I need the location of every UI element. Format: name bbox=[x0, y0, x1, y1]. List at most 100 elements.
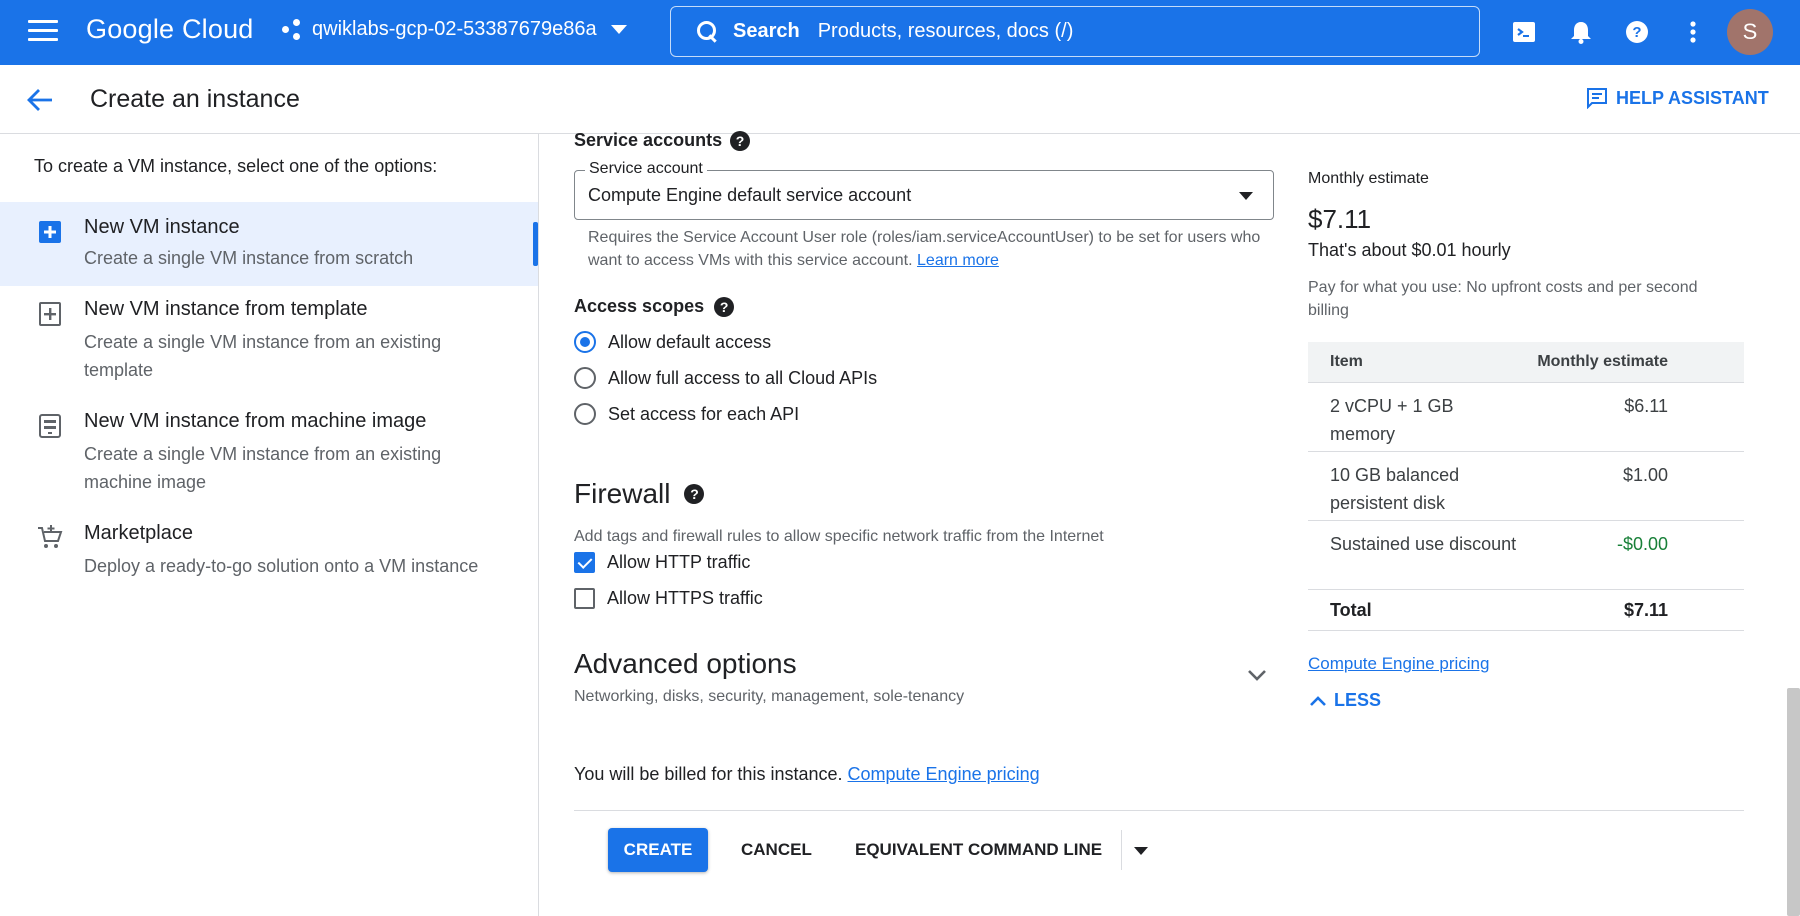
terminal-icon[interactable] bbox=[1511, 19, 1537, 45]
compute-engine-pricing-link[interactable]: Compute Engine pricing bbox=[848, 764, 1040, 784]
help-icon[interactable]: ? bbox=[684, 484, 705, 504]
help-icon[interactable]: ? bbox=[730, 130, 751, 151]
firewall-title: Firewall bbox=[574, 478, 671, 509]
billing-text: You will be billed for this instance. bbox=[574, 764, 843, 784]
option-new-vm-from-machine-image[interactable]: New VM instance from machine image Creat… bbox=[0, 398, 538, 510]
menu-icon[interactable] bbox=[28, 20, 58, 44]
dropdown-arrow-icon bbox=[1239, 192, 1253, 200]
header-item: Item bbox=[1330, 353, 1363, 370]
pricing-note: Pay for what you use: No upfront costs a… bbox=[1308, 279, 1698, 319]
radio-unselected[interactable] bbox=[574, 367, 596, 389]
options-intro: To create a VM instance, select one of t… bbox=[34, 156, 438, 176]
split-divider bbox=[1121, 830, 1122, 870]
checkbox-allow-https[interactable]: Allow HTTPS traffic bbox=[574, 588, 763, 609]
help-icon[interactable]: ? bbox=[714, 296, 735, 317]
project-name: qwiklabs-gcp-02-53387679e86a bbox=[312, 18, 597, 40]
dropdown-arrow-icon[interactable] bbox=[1134, 847, 1148, 855]
learn-more-link[interactable]: Learn more bbox=[917, 252, 999, 269]
radio-allow-default-access[interactable]: Allow default access bbox=[574, 331, 771, 353]
create-button[interactable]: CREATE bbox=[608, 828, 708, 872]
add-template-icon bbox=[39, 302, 61, 326]
hourly-estimate: That's about $0.01 hourly bbox=[1308, 240, 1511, 260]
radio-allow-full-access[interactable]: Allow full access to all Cloud APIs bbox=[574, 367, 877, 389]
monthly-estimate-label: Monthly estimate bbox=[1308, 170, 1429, 187]
option-title: New VM instance bbox=[84, 216, 240, 238]
compute-engine-pricing-link[interactable]: Compute Engine pricing bbox=[1308, 654, 1489, 674]
bell-icon[interactable] bbox=[1568, 19, 1594, 45]
help-assistant-button[interactable]: HELP ASSISTANT bbox=[1586, 87, 1769, 109]
radio-set-access-each-api[interactable]: Set access for each API bbox=[574, 403, 799, 425]
checkbox-checked[interactable] bbox=[574, 552, 595, 573]
project-selector[interactable]: qwiklabs-gcp-02-53387679e86a bbox=[282, 18, 627, 41]
google-cloud-logo[interactable]: Google Cloud bbox=[86, 14, 254, 45]
equivalent-command-line-button[interactable]: EQUIVALENT COMMAND LINE bbox=[855, 828, 1102, 872]
more-vert-icon[interactable] bbox=[1680, 19, 1706, 45]
service-accounts-heading: Service accounts ? bbox=[574, 130, 751, 151]
table-row: 2 vCPU + 1 GB memory $6.11 bbox=[1308, 383, 1744, 452]
option-marketplace[interactable]: Marketplace Deploy a ready-to-go solutio… bbox=[0, 510, 538, 594]
advanced-options-title[interactable]: Advanced options bbox=[574, 648, 797, 680]
back-arrow-icon[interactable] bbox=[26, 87, 54, 113]
row-cost: $1.00 bbox=[1622, 465, 1668, 485]
checkbox-label: Allow HTTPS traffic bbox=[607, 588, 763, 608]
cancel-button[interactable]: CANCEL bbox=[741, 828, 812, 872]
access-scopes-title: Access scopes bbox=[574, 296, 705, 316]
radio-label: Allow default access bbox=[608, 331, 772, 352]
table-row: Sustained use discount -$0.00 bbox=[1308, 521, 1744, 590]
table-row: 10 GB balanced persistent disk $1.00 bbox=[1308, 452, 1744, 521]
monthly-estimate-value: $7.11 bbox=[1308, 204, 1372, 234]
radio-selected[interactable] bbox=[574, 331, 596, 353]
avatar[interactable]: S bbox=[1727, 9, 1773, 55]
row-cost: -$0.00 bbox=[1616, 534, 1668, 554]
row-item: 10 GB balanced persistent disk bbox=[1330, 465, 1460, 513]
search-placeholder: Products, resources, docs (/) bbox=[817, 20, 1074, 42]
header-monthly-estimate: Monthly estimate bbox=[1537, 353, 1668, 370]
help-icon[interactable]: ? bbox=[1624, 19, 1650, 45]
option-desc: Create a single VM instance from an exis… bbox=[84, 332, 442, 380]
service-account-label: Service account bbox=[585, 160, 707, 178]
chat-icon bbox=[1587, 88, 1607, 109]
option-desc: Create a single VM instance from scratch bbox=[84, 248, 414, 268]
add-box-icon bbox=[39, 221, 61, 243]
top-app-bar: Google Cloud qwiklabs-gcp-02-53387679e86… bbox=[0, 0, 1800, 65]
option-new-vm-from-template[interactable]: New VM instance from template Create a s… bbox=[0, 286, 538, 398]
billing-notice: You will be billed for this instance. Co… bbox=[574, 764, 1040, 785]
total-label: Total bbox=[1330, 600, 1372, 620]
row-item: Sustained use discount bbox=[1330, 534, 1517, 554]
help-assistant-label: HELP ASSISTANT bbox=[1616, 87, 1769, 108]
access-scopes-heading: Access scopes ? bbox=[574, 296, 735, 317]
scrollbar-thumb[interactable] bbox=[1787, 688, 1800, 916]
pricing-table: Item Monthly estimate 2 vCPU + 1 GB memo… bbox=[1308, 342, 1744, 631]
service-account-select[interactable]: Service account Compute Engine default s… bbox=[574, 160, 1274, 220]
chevron-down-icon bbox=[610, 25, 627, 34]
firewall-description: Add tags and firewall rules to allow spe… bbox=[574, 528, 1104, 545]
project-hub-icon bbox=[282, 18, 304, 41]
row-cost: $6.11 bbox=[1624, 396, 1668, 416]
page-header: Create an instance HELP ASSISTANT bbox=[0, 65, 1800, 134]
page-title: Create an instance bbox=[90, 85, 300, 113]
option-desc: Deploy a ready-to-go solution onto a VM … bbox=[84, 556, 479, 576]
row-item: 2 vCPU + 1 GB memory bbox=[1330, 396, 1454, 444]
less-button[interactable]: LESS bbox=[1308, 690, 1381, 711]
machine-image-icon bbox=[39, 414, 61, 438]
firewall-heading: Firewall ? bbox=[574, 478, 705, 510]
option-new-vm-instance[interactable]: New VM instance Create a single VM insta… bbox=[0, 202, 538, 286]
search-label: Search bbox=[733, 20, 800, 42]
less-label: LESS bbox=[1334, 690, 1382, 710]
option-title: New VM instance from template bbox=[84, 298, 368, 320]
cart-icon bbox=[38, 525, 63, 548]
table-header: Item Monthly estimate bbox=[1308, 342, 1744, 383]
divider bbox=[574, 810, 1744, 811]
expand-more-icon[interactable] bbox=[1246, 664, 1268, 686]
checkbox-allow-http[interactable]: Allow HTTP traffic bbox=[574, 552, 750, 573]
selected-indicator bbox=[533, 222, 538, 266]
option-title: Marketplace bbox=[84, 522, 193, 544]
search-input[interactable]: Search Products, resources, docs (/) bbox=[670, 6, 1480, 57]
service-accounts-title: Service accounts bbox=[574, 130, 723, 150]
table-row-total: Total $7.11 bbox=[1308, 590, 1744, 631]
expand-less-icon bbox=[1310, 695, 1326, 706]
radio-unselected[interactable] bbox=[574, 403, 596, 425]
creation-options-panel: To create a VM instance, select one of t… bbox=[0, 134, 539, 916]
checkbox-unchecked[interactable] bbox=[574, 588, 595, 609]
service-account-hint: Requires the Service Account User role (… bbox=[588, 226, 1268, 272]
